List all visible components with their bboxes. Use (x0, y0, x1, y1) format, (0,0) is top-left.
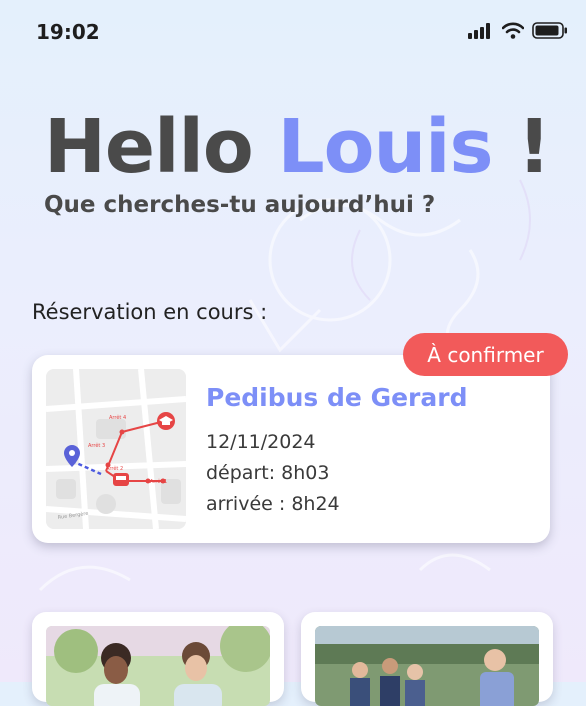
user-name: Louis (277, 104, 493, 190)
route-map-thumbnail: Arrêt 4 Arrêt 3 Arrêt 2 Arrêt 1 Rue Berg… (46, 369, 186, 529)
map-stop-label: Arrêt 3 (88, 442, 105, 449)
reservation-title: Pedibus de Gerard (206, 383, 468, 412)
status-badge[interactable]: À confirmer (403, 333, 568, 376)
greeting-subtitle: Que cherches-tu aujourd’hui ? (44, 192, 436, 218)
reservation-departure: départ: 8h03 (206, 462, 330, 484)
graduation-cap-icon (157, 412, 175, 430)
status-icons (468, 22, 568, 39)
greeting-word: Hello (44, 104, 254, 190)
bus-icon (113, 473, 129, 486)
category-card[interactable] (32, 612, 284, 706)
reservation-card[interactable]: Arrêt 4 Arrêt 3 Arrêt 2 Arrêt 1 Rue Berg… (32, 355, 550, 543)
group-photo (315, 626, 539, 706)
category-card[interactable] (301, 612, 553, 706)
wifi-icon (502, 22, 524, 39)
reservation-date: 12/11/2024 (206, 431, 316, 453)
map-stop-label: Arrêt 1 (150, 478, 167, 485)
reservation-arrival: arrivée : 8h24 (206, 493, 340, 515)
map-stop-label: Arrêt 4 (109, 414, 126, 421)
children-photo (46, 626, 270, 706)
map-stop-label: Arrêt 2 (106, 465, 123, 472)
cellular-signal-icon (468, 22, 490, 39)
status-time: 19:02 (36, 20, 100, 44)
greeting-exclamation: ! (517, 104, 551, 190)
greeting-heading: Hello Louis ! (44, 104, 551, 190)
battery-icon (532, 22, 567, 39)
current-reservation-label: Réservation en cours : (32, 300, 268, 324)
